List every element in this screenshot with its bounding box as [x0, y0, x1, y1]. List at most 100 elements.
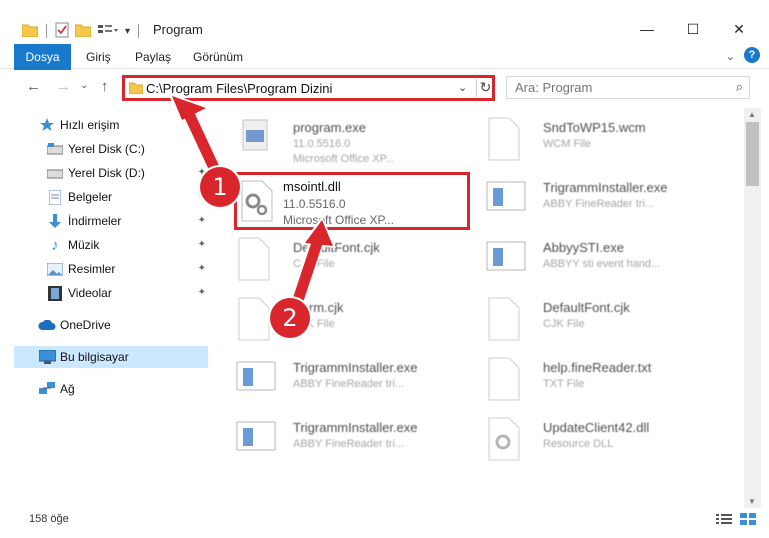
properties-icon[interactable] — [55, 22, 69, 41]
details-view-icon[interactable] — [716, 513, 732, 525]
sidebar-item-videos[interactable]: Videolar ✦ — [46, 282, 210, 304]
sidebar-item-quick-access[interactable]: Hızlı erişim — [38, 114, 210, 136]
application-file-icon — [485, 176, 526, 222]
tab-share[interactable]: Paylaş — [135, 44, 171, 69]
vertical-scrollbar[interactable]: ▲ ▼ — [744, 108, 761, 508]
sidebar-item-onedrive[interactable]: OneDrive — [38, 314, 210, 336]
scrollbar-thumb[interactable] — [746, 122, 759, 186]
close-button[interactable]: ✕ — [716, 14, 762, 44]
refresh-icon[interactable]: ↻ — [476, 79, 494, 97]
file-name: AbbyySTI.exe — [543, 240, 624, 255]
list-item[interactable]: TrigrammInstaller.exe ABBY FineReader tr… — [475, 170, 715, 230]
up-button[interactable]: ↑ — [101, 78, 109, 95]
sidebar-item-local-disk-c[interactable]: Yerel Disk (C:) — [46, 138, 210, 160]
sidebar-item-pictures[interactable]: Resimler ✦ — [46, 258, 210, 280]
list-item[interactable]: TrigrammInstaller.exe ABBY FineReader tr… — [225, 350, 465, 410]
file-name: DefaultFont.cjk — [543, 300, 630, 315]
sidebar-item-label: Müzik — [68, 238, 100, 252]
highlighted-file-item[interactable]: msointl.dll 11.0.5516.0 Microsoft Office… — [234, 172, 470, 230]
file-type: CJK File — [293, 258, 335, 270]
step-2-badge: 2 — [270, 298, 310, 338]
sidebar-item-label: Ağ — [60, 382, 75, 396]
file-name: TrigrammInstaller.exe — [543, 180, 668, 195]
file-name: UpdateClient42.dll — [543, 420, 650, 435]
file-description: Resource DLL — [543, 438, 614, 450]
pin-icon[interactable]: ✦ — [198, 287, 206, 298]
file-name: TrigrammInstaller.exe — [293, 420, 418, 435]
file-description: Microsoft Office XP... — [293, 153, 395, 165]
scroll-down-icon[interactable]: ▼ — [748, 497, 756, 506]
help-icon[interactable]: ? — [744, 47, 760, 63]
music-icon: ♪ — [51, 236, 59, 254]
star-icon — [38, 117, 56, 133]
minimize-button[interactable]: — — [624, 14, 670, 44]
back-button[interactable]: ← — [26, 78, 41, 95]
list-item[interactable]: UpdateClient42.dll Resource DLL — [475, 410, 715, 470]
sidebar-item-label: Yerel Disk (C:) — [68, 142, 145, 156]
document-file-icon — [485, 296, 523, 342]
list-item[interactable]: SndToWP15.wcm WCM File — [475, 110, 715, 170]
gear-file-icon — [239, 179, 275, 223]
video-icon — [46, 285, 64, 301]
gear-file-icon — [485, 416, 523, 462]
network-icon — [38, 381, 56, 397]
exe-file-icon — [235, 116, 273, 162]
arrow-up-icon: ↑ — [101, 78, 109, 95]
sidebar-item-local-disk-d[interactable]: Yerel Disk (D:) ✦ — [46, 162, 210, 184]
ribbon-expand-icon[interactable]: ⌄ — [726, 50, 735, 63]
sidebar-item-network[interactable]: Ağ — [38, 378, 210, 400]
customize-view-icon[interactable] — [97, 23, 119, 40]
search-icon[interactable]: ⌕ — [736, 79, 743, 95]
file-description: ABBY FineReader tri... — [293, 378, 405, 390]
separator — [46, 24, 47, 38]
document-file-icon — [235, 296, 273, 342]
pin-icon[interactable]: ✦ — [198, 239, 206, 250]
list-item[interactable]: DefaultFont.cjk CJK File — [475, 290, 715, 350]
list-item[interactable]: help.fineReader.txt TXT File — [475, 350, 715, 410]
file-description: Microsoft Office XP... — [283, 213, 394, 227]
sidebar-item-documents[interactable]: Belgeler ✦ — [46, 186, 210, 208]
address-path[interactable]: C:\Program Files\Program Dizini — [146, 81, 332, 96]
computer-icon — [38, 349, 56, 365]
forward-button[interactable]: → — [56, 78, 71, 95]
chevron-down-icon: ⌄ — [80, 80, 89, 91]
minimize-icon: — — [640, 21, 654, 37]
large-icons-view-icon[interactable] — [740, 513, 756, 525]
qat-dropdown-icon[interactable]: ▾ — [125, 26, 130, 37]
title-bar: ▾ Program — ☐ ✕ — [0, 0, 769, 43]
file-name: help.fineReader.txt — [543, 360, 652, 375]
sidebar-item-music[interactable]: ♪ Müzik ✦ — [46, 234, 210, 256]
file-type: CJK File — [543, 318, 585, 330]
sidebar-item-this-pc[interactable]: Bu bilgisayar — [14, 346, 208, 368]
item-count: 158 öğe — [29, 513, 69, 525]
address-dropdown-icon[interactable]: ⌄ — [458, 81, 467, 94]
list-item[interactable]: Korm.cjk CJK File — [225, 290, 465, 350]
list-item[interactable]: TrigrammInstaller.exe ABBY FineReader tr… — [225, 410, 465, 470]
sidebar-item-downloads[interactable]: İndirmeler ✦ — [46, 210, 210, 232]
pin-icon[interactable]: ✦ — [198, 215, 206, 226]
search-box[interactable]: ⌕ — [506, 76, 750, 99]
application-file-icon — [485, 236, 526, 282]
file-name: program.exe — [293, 120, 366, 135]
sidebar-item-label: OneDrive — [60, 318, 111, 332]
file-name: TrigrammInstaller.exe — [293, 360, 418, 375]
list-item[interactable]: AbbyySTI.exe ABBYY sti event hand... — [475, 230, 715, 290]
pictures-icon — [46, 261, 64, 277]
maximize-icon: ☐ — [686, 20, 700, 37]
tab-home[interactable]: Giriş — [86, 44, 111, 69]
document-file-icon — [485, 116, 523, 162]
scroll-up-icon[interactable]: ▲ — [748, 110, 756, 119]
address-bar[interactable]: C:\Program Files\Program Dizini ⌄ ↻ — [122, 75, 495, 101]
file-type: TXT File — [543, 378, 585, 390]
sidebar-item-label: Yerel Disk (D:) — [68, 166, 145, 180]
arrow-left-icon: ← — [26, 78, 41, 95]
list-item[interactable]: program.exe 11.0.5516.0 Microsoft Office… — [225, 110, 465, 170]
list-item[interactable]: DefaultFont.cjk CJK File — [225, 230, 465, 290]
new-folder-icon[interactable] — [74, 23, 92, 40]
maximize-button[interactable]: ☐ — [670, 14, 716, 44]
recent-locations-button[interactable]: ⌄ — [80, 80, 88, 91]
navigation-pane: Hızlı erişim Yerel Disk (C:) Yerel Disk … — [14, 108, 210, 508]
search-input[interactable] — [507, 77, 717, 98]
tab-view[interactable]: Görünüm — [193, 44, 243, 69]
pin-icon[interactable]: ✦ — [198, 263, 206, 274]
